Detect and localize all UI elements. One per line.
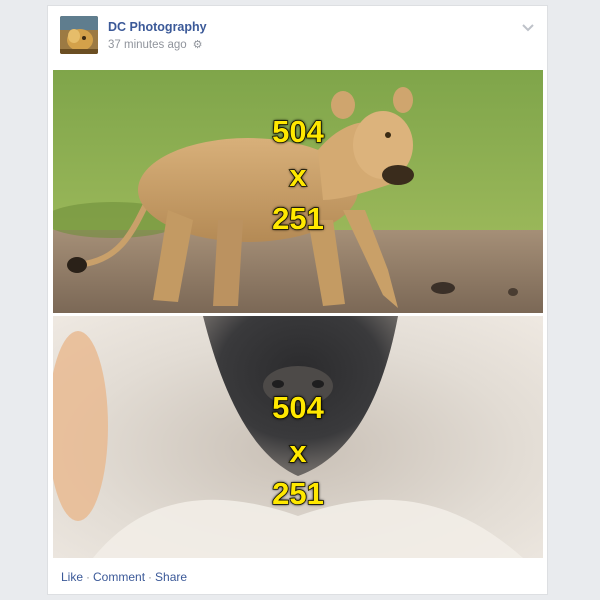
post-actions: Like · Comment · Share — [61, 570, 187, 584]
author-name[interactable]: DC Photography — [108, 20, 207, 34]
post-meta: 37 minutes ago ⚙ — [108, 38, 203, 51]
avatar[interactable] — [60, 16, 98, 54]
post-header: DC Photography 37 minutes ago ⚙ — [48, 6, 547, 70]
image-x-label: x — [289, 158, 308, 193]
image-width-label: 504 — [271, 390, 324, 425]
post-photo-lioness[interactable]: 504 x 251 — [53, 70, 543, 313]
chevron-down-icon[interactable] — [521, 20, 535, 32]
feed-post: DC Photography 37 minutes ago ⚙ 504 x 25… — [47, 5, 548, 595]
action-separator: · — [86, 570, 91, 584]
image-height-label: 251 — [271, 201, 324, 236]
action-separator: · — [148, 570, 153, 584]
image-height-label: 251 — [271, 476, 324, 511]
comment-button[interactable]: Comment — [93, 570, 145, 584]
post-timestamp[interactable]: 37 minutes ago — [108, 39, 187, 51]
image-width-label: 504 — [271, 114, 324, 149]
post-photo-closeup[interactable]: 504 x 251 — [53, 316, 543, 558]
gear-icon[interactable]: ⚙ — [193, 38, 203, 51]
like-button[interactable]: Like — [61, 570, 83, 584]
image-x-label: x — [289, 434, 308, 469]
share-button[interactable]: Share — [155, 570, 187, 584]
